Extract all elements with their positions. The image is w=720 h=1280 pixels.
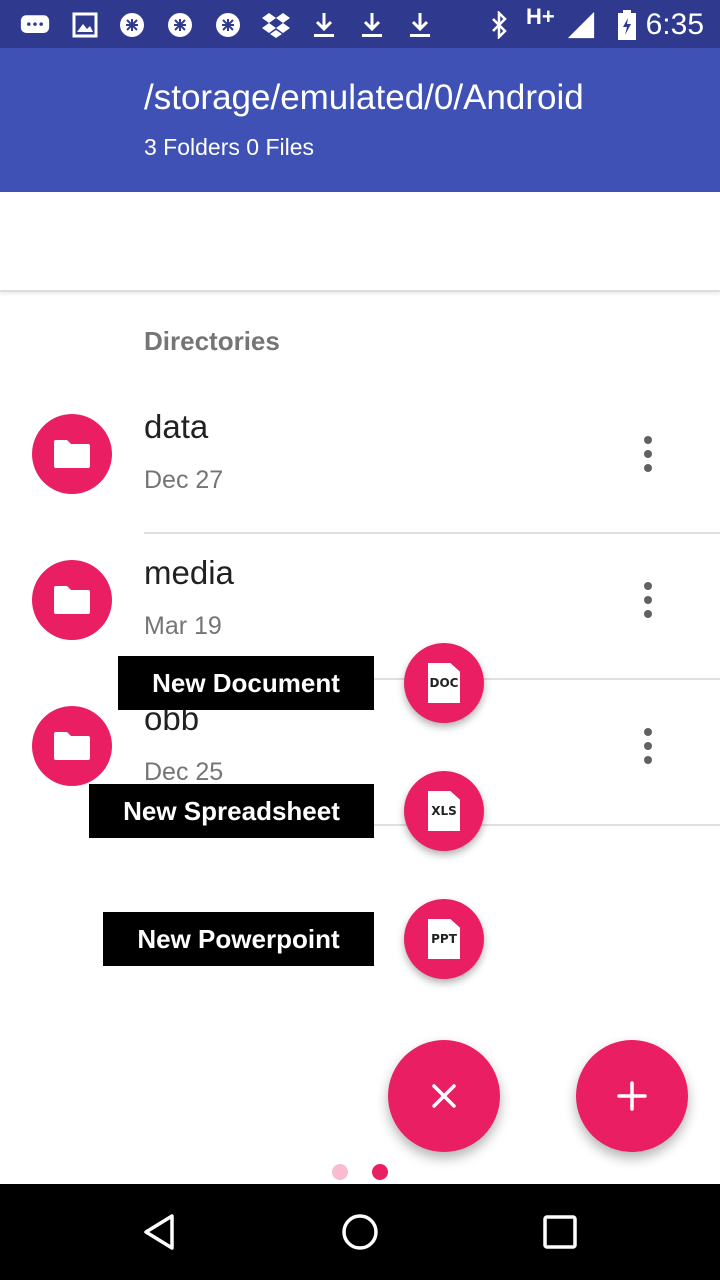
current-path: /storage/emulated/0/Android <box>144 78 584 117</box>
more-options-icon[interactable] <box>630 578 666 622</box>
folder-file-count: 3 Folders 0 Files <box>144 134 315 160</box>
page-indicator-dot[interactable] <box>332 1164 348 1180</box>
ppt-file-icon: PPT <box>428 919 460 959</box>
new-document-button[interactable]: DOC <box>404 643 484 723</box>
xls-icon-text: XLS <box>431 804 457 818</box>
app-bar: /storage/emulated/0/Android 3 Folders 0 … <box>0 48 720 192</box>
home-icon <box>342 1214 378 1250</box>
plus-icon <box>617 1081 647 1111</box>
home-button[interactable] <box>334 1206 386 1258</box>
image-icon <box>70 10 100 40</box>
chat-icon <box>20 10 50 40</box>
back-button[interactable] <box>134 1206 186 1258</box>
more-options-icon[interactable] <box>630 432 666 476</box>
new-powerpoint-label[interactable]: New Powerpoint <box>103 912 374 966</box>
sync-icon <box>213 10 243 40</box>
folder-icon <box>32 560 112 640</box>
folder-date: Dec 25 <box>144 758 224 786</box>
recents-icon <box>543 1215 577 1249</box>
navigation-bar <box>0 1184 720 1280</box>
network-type: H+ <box>526 4 555 29</box>
new-powerpoint-button[interactable]: PPT <box>404 899 484 979</box>
dropbox-icon <box>261 10 291 40</box>
download-icon <box>405 10 435 40</box>
status-bar: H+ 6:35 <box>0 0 720 48</box>
folder-date: Dec 27 <box>144 466 224 494</box>
section-header: Directories <box>144 326 280 356</box>
battery-icon <box>612 10 642 40</box>
folder-row[interactable]: data Dec 27 <box>0 388 720 534</box>
close-icon <box>432 1084 456 1108</box>
folder-name: media <box>144 554 234 591</box>
sync-icon <box>117 10 147 40</box>
clock: 6:35 <box>645 8 704 41</box>
folder-name: data <box>144 408 209 445</box>
close-menu-button[interactable] <box>388 1040 500 1152</box>
signal-icon <box>566 10 596 40</box>
more-options-icon[interactable] <box>630 724 666 768</box>
back-icon <box>144 1214 174 1250</box>
bluetooth-icon <box>484 10 514 40</box>
page-indicator-dot-active[interactable] <box>372 1164 388 1180</box>
add-button[interactable] <box>576 1040 688 1152</box>
doc-icon-text: DOC <box>429 676 459 690</box>
new-spreadsheet-button[interactable]: XLS <box>404 771 484 851</box>
download-icon <box>309 10 339 40</box>
xls-file-icon: XLS <box>428 791 460 831</box>
ppt-icon-text: PPT <box>431 932 457 946</box>
recents-button[interactable] <box>534 1206 586 1258</box>
folder-icon <box>32 414 112 494</box>
folder-icon <box>32 706 112 786</box>
new-document-label[interactable]: New Document <box>118 656 374 710</box>
sync-icon <box>165 10 195 40</box>
toolbar-extension <box>0 192 720 292</box>
download-icon <box>357 10 387 40</box>
screen: H+ 6:35 /storage/emulated/0/Android 3 Fo… <box>0 0 720 1280</box>
doc-file-icon: DOC <box>428 663 460 703</box>
new-spreadsheet-label[interactable]: New Spreadsheet <box>89 784 374 838</box>
folder-date: Mar 19 <box>144 612 222 640</box>
